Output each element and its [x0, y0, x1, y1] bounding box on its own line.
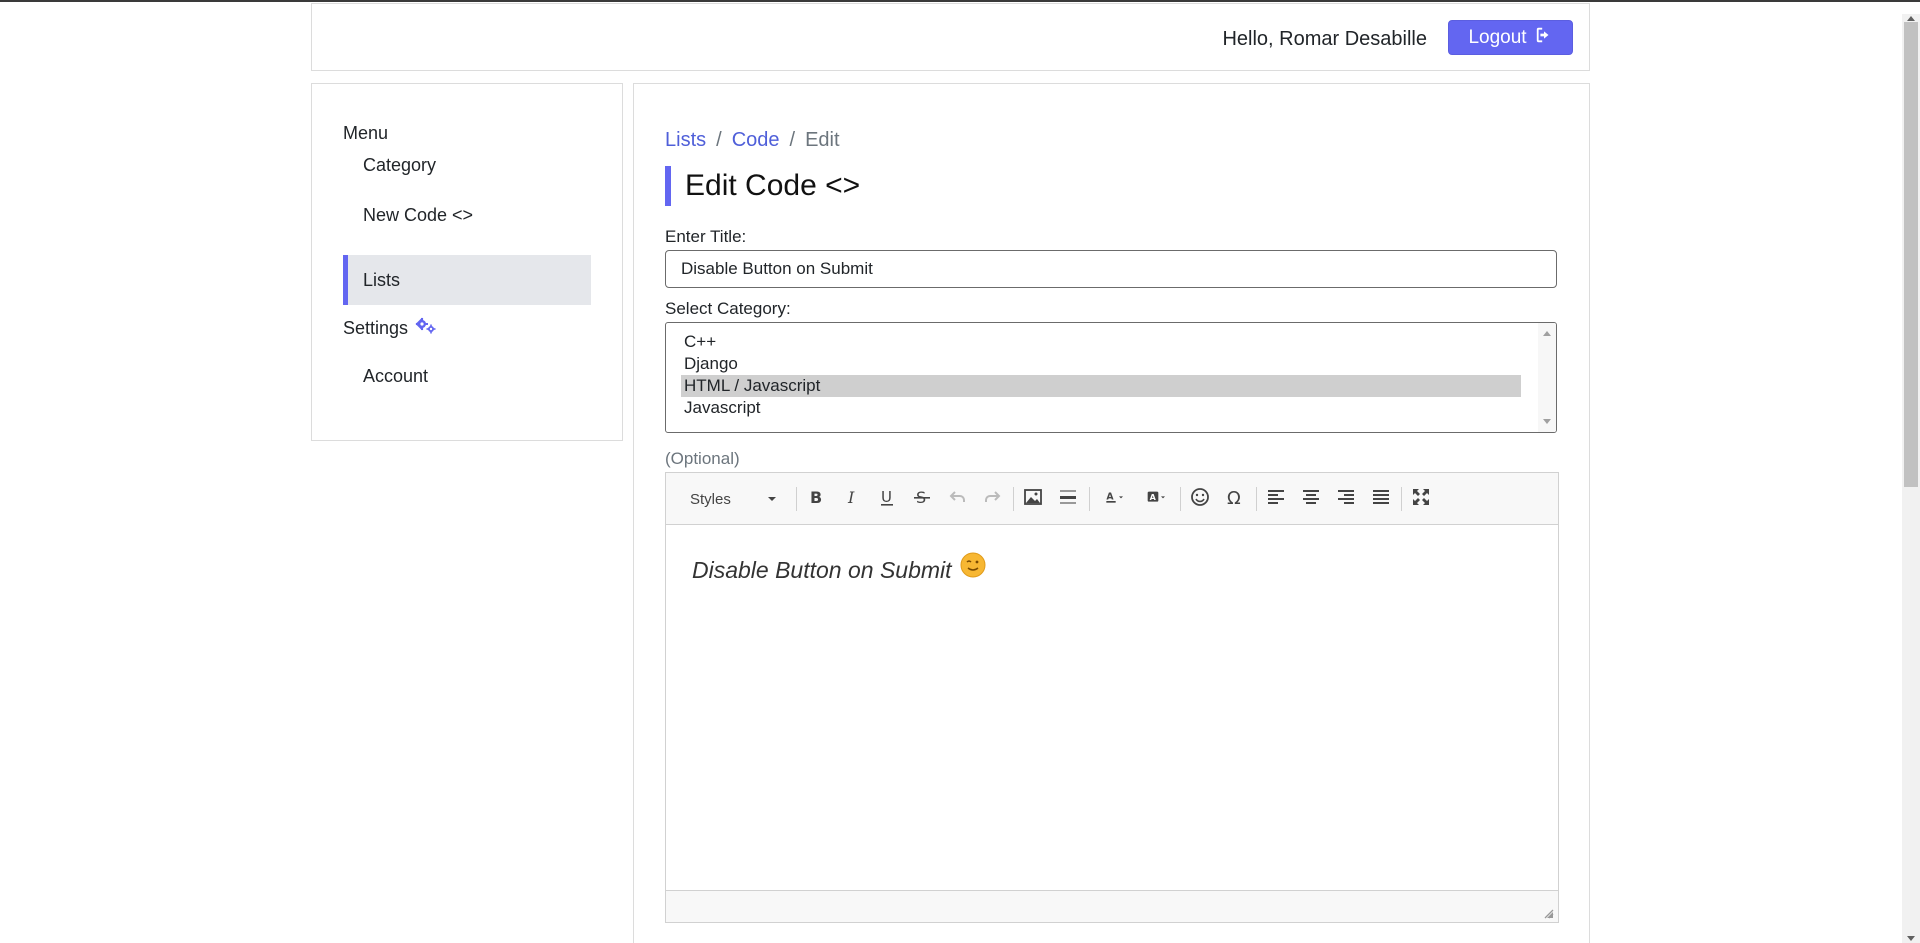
- scroll-up-icon[interactable]: [1907, 16, 1915, 21]
- smiley-icon: [1190, 487, 1210, 512]
- breadcrumb-code[interactable]: Code: [732, 129, 780, 152]
- align-left-button[interactable]: [1264, 487, 1288, 511]
- horizontal-rule-button[interactable]: [1056, 487, 1080, 511]
- undo-button[interactable]: [946, 487, 970, 511]
- italic-icon: I: [842, 487, 862, 512]
- category-select[interactable]: C++ Django HTML / Javascript Javascript: [665, 322, 1557, 433]
- breadcrumb-separator: /: [716, 129, 722, 151]
- optional-label: (Optional): [665, 449, 740, 468]
- special-character-button[interactable]: Ω: [1223, 487, 1247, 511]
- fullscreen-button[interactable]: [1409, 487, 1433, 511]
- toolbar-divider: [1013, 487, 1014, 511]
- page-title: Edit Code <>: [665, 166, 860, 206]
- italic-button[interactable]: I: [840, 487, 864, 511]
- header-bar: Hello, Romar Desabille Logout: [311, 3, 1590, 71]
- settings-label: Settings: [343, 318, 409, 338]
- breadcrumb: Lists / Code / Edit: [665, 129, 840, 152]
- sidebar-item-label: Category: [363, 154, 437, 175]
- svg-text:A: A: [1150, 493, 1157, 502]
- breadcrumb-edit: Edit: [805, 129, 840, 151]
- scroll-down-icon[interactable]: [1543, 419, 1551, 424]
- title-label: Enter Title:: [665, 227, 747, 246]
- sidebar-item-account[interactable]: Account: [343, 351, 591, 401]
- category-option[interactable]: Django: [681, 353, 1521, 375]
- styles-label: Styles: [690, 490, 731, 508]
- undo-icon: [948, 487, 968, 512]
- redo-button[interactable]: [980, 487, 1004, 511]
- fullscreen-icon: [1411, 487, 1431, 512]
- category-option-selected[interactable]: HTML / Javascript: [681, 375, 1521, 397]
- category-option[interactable]: Javascript: [681, 397, 1521, 419]
- settings-section: Settings: [343, 317, 438, 340]
- horizontal-rule-icon: [1058, 487, 1078, 512]
- breadcrumb-lists[interactable]: Lists: [665, 129, 706, 152]
- underline-button[interactable]: U: [875, 487, 899, 511]
- styles-dropdown[interactable]: Styles: [676, 487, 782, 511]
- text-color-button[interactable]: A: [1097, 487, 1133, 511]
- gears-icon: [414, 317, 438, 340]
- toolbar-divider: [1180, 487, 1181, 511]
- underline-icon: U: [877, 487, 897, 512]
- strikethrough-button[interactable]: S: [910, 487, 934, 511]
- page-scrollbar[interactable]: [1902, 14, 1920, 943]
- sidebar-item-new-code[interactable]: New Code <>: [343, 190, 591, 240]
- logout-button[interactable]: Logout: [1448, 20, 1573, 55]
- align-left-icon: [1266, 487, 1286, 512]
- breadcrumb-separator: /: [789, 129, 796, 151]
- sidebar: Menu Category New Code <> Lists Settings: [311, 83, 623, 441]
- redo-icon: [982, 487, 1002, 512]
- align-justify-button[interactable]: [1369, 487, 1393, 511]
- chevron-down-icon: [768, 497, 776, 501]
- editor-content-text: Disable Button on Submit: [692, 552, 986, 584]
- align-justify-icon: [1371, 487, 1391, 512]
- user-greeting: Hello, Romar Desabille: [1222, 28, 1427, 50]
- toolbar-divider: [1256, 487, 1257, 511]
- scrollbar-thumb[interactable]: [1904, 22, 1918, 487]
- sidebar-item-label: Account: [363, 365, 429, 386]
- sign-out-icon: [1535, 26, 1553, 50]
- main-content: Lists / Code / Edit Edit Code <> Enter T…: [633, 83, 1590, 943]
- scroll-up-icon[interactable]: [1543, 331, 1551, 336]
- align-center-button[interactable]: [1299, 487, 1323, 511]
- window-top-edge: [0, 0, 1920, 2]
- sidebar-item-category[interactable]: Category: [343, 140, 591, 190]
- bold-icon: B: [806, 487, 826, 512]
- sidebar-item-label: New Code <>: [363, 204, 474, 225]
- editor-toolbar: Styles B I U S A A Ω: [666, 473, 1558, 525]
- listbox-scrollbar[interactable]: [1538, 323, 1556, 432]
- svg-text:I: I: [847, 488, 855, 507]
- logout-label: Logout: [1468, 26, 1527, 48]
- rich-text-editor: Styles B I U S A A Ω Disable Button on S…: [665, 472, 1559, 923]
- editor-content-area[interactable]: Disable Button on Submit: [666, 525, 1558, 890]
- smiley-wink-icon: [960, 552, 986, 584]
- insert-image-button[interactable]: [1021, 487, 1045, 511]
- title-input[interactable]: [665, 250, 1557, 288]
- svg-text:B: B: [810, 488, 822, 507]
- align-right-button[interactable]: [1334, 487, 1358, 511]
- bold-button[interactable]: B: [804, 487, 828, 511]
- toolbar-divider: [1089, 487, 1090, 511]
- emoticons-button[interactable]: [1188, 487, 1212, 511]
- toolbar-divider: [796, 487, 797, 511]
- image-icon: [1023, 487, 1043, 512]
- category-label: Select Category:: [665, 299, 791, 318]
- omega-icon: Ω: [1225, 487, 1245, 512]
- strikethrough-icon: S: [912, 487, 932, 512]
- category-option[interactable]: C++: [681, 331, 1521, 353]
- svg-text:Ω: Ω: [1227, 488, 1241, 507]
- background-color-button[interactable]: A: [1139, 487, 1175, 511]
- editor-content: Disable Button on Submit: [692, 557, 952, 583]
- sidebar-item-lists[interactable]: Lists: [343, 255, 591, 305]
- align-center-icon: [1301, 487, 1321, 512]
- align-right-icon: [1336, 487, 1356, 512]
- sidebar-item-label: Lists: [363, 269, 401, 290]
- resize-handle-icon[interactable]: [1542, 906, 1554, 919]
- svg-text:U: U: [881, 488, 892, 506]
- text-color-icon: A: [1105, 487, 1125, 512]
- toolbar-divider: [1401, 487, 1402, 511]
- editor-status-bar: [666, 890, 1558, 922]
- background-color-icon: A: [1147, 487, 1167, 512]
- scroll-down-icon[interactable]: [1907, 936, 1915, 941]
